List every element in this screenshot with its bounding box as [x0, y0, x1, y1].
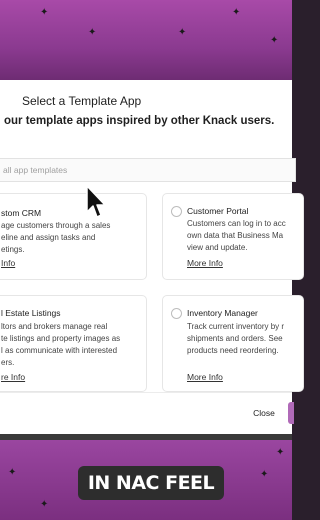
sparkle-icon: ✦	[178, 27, 187, 38]
template-card-inventory[interactable]: Inventory Manager Track current inventor…	[162, 295, 304, 392]
more-info-link[interactable]: More Info	[187, 258, 223, 268]
search-box[interactable]	[0, 158, 296, 182]
card-title: l Estate Listings	[1, 308, 61, 318]
caption-text: IN NAC FEEL	[87, 472, 215, 494]
mouse-cursor-icon	[86, 185, 106, 218]
card-description: ltors and brokers manage real te listing…	[1, 322, 121, 367]
search-input[interactable]	[3, 162, 273, 178]
sparkle-icon: ✦	[276, 447, 285, 458]
template-card-customer-portal[interactable]: Customer Portal Customers can log in to …	[162, 193, 304, 280]
card-description: Customers can log in to acc own data tha…	[187, 219, 286, 252]
sparkle-icon: ✦	[40, 7, 49, 18]
more-info-link[interactable]: More Info	[187, 372, 223, 382]
footer-divider	[0, 392, 292, 393]
sparkle-icon: ✦	[232, 7, 241, 18]
card-title: Inventory Manager	[187, 308, 258, 318]
card-title: Customer Portal	[187, 206, 249, 216]
sparkle-icon: ✦	[40, 499, 49, 510]
modal-title: Select a Template App	[22, 94, 142, 108]
next-button-edge[interactable]	[288, 402, 294, 424]
sparkle-icon: ✦	[270, 35, 279, 46]
template-card-real-estate[interactable]: l Estate Listings ltors and brokers mana…	[0, 295, 147, 392]
radio-button[interactable]	[171, 308, 182, 319]
sparkle-icon: ✦	[8, 467, 17, 478]
close-button[interactable]: Close	[244, 405, 284, 421]
more-info-link[interactable]: re Info	[1, 372, 25, 382]
sparkle-icon: ✦	[260, 469, 269, 480]
card-description: Track current inventory by r shipments a…	[187, 322, 285, 355]
video-caption: IN NAC FEEL	[78, 466, 224, 500]
card-title: stom CRM	[1, 208, 42, 218]
template-modal: Select a Template App our template apps …	[0, 80, 304, 436]
template-card-crm[interactable]: stom CRM age customers through a sales e…	[0, 193, 147, 280]
card-description: age customers through a sales eline and …	[1, 221, 111, 254]
modal-subtitle: our template apps inspired by other Knac…	[4, 115, 275, 127]
radio-button[interactable]	[171, 206, 182, 217]
more-info-link[interactable]: Info	[1, 258, 15, 268]
sparkle-icon: ✦	[88, 27, 97, 38]
